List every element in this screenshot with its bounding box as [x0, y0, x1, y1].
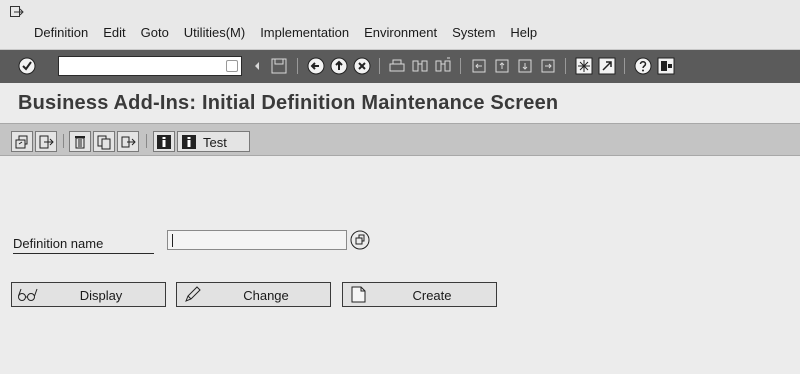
enter-icon[interactable]: [18, 57, 36, 75]
other-object-icon: [15, 135, 28, 149]
toolbar-scroll-icon[interactable]: [252, 57, 262, 75]
menu-implementation[interactable]: Implementation: [260, 25, 349, 40]
toolbar-separator: [63, 134, 64, 148]
standard-toolbar: [0, 50, 800, 83]
next-page-icon[interactable]: [516, 57, 534, 75]
first-page-icon[interactable]: [470, 57, 488, 75]
where-used-icon: [39, 135, 54, 149]
menu-items: Definition Edit Goto Utilities(M) Implem…: [34, 25, 552, 40]
main-content: Definition name Display Change Create: [0, 156, 800, 374]
toolbar-separator: [565, 58, 566, 74]
menu-utilities[interactable]: Utilities(M): [184, 25, 245, 40]
toolbar-separator: [146, 134, 147, 148]
save-icon[interactable]: [270, 57, 288, 75]
menu-bar: Definition Edit Goto Utilities(M) Implem…: [0, 0, 800, 50]
toolbar-separator: [624, 58, 625, 74]
layout-menu-icon[interactable]: [657, 57, 675, 75]
pencil-icon: [185, 286, 201, 302]
system-menu-icon[interactable]: [10, 6, 24, 18]
display-button[interactable]: Display: [11, 282, 166, 307]
where-used-button[interactable]: [35, 131, 57, 152]
display-button-label: Display: [79, 288, 123, 303]
menu-goto[interactable]: Goto: [141, 25, 169, 40]
find-icon[interactable]: [411, 57, 429, 75]
page-title: Business Add-Ins: Initial Definition Mai…: [18, 92, 559, 114]
print-icon[interactable]: [388, 57, 406, 75]
value-help-icon[interactable]: [350, 230, 370, 250]
toolbar-separator: [297, 58, 298, 74]
delete-button[interactable]: [69, 131, 91, 152]
sap-window: Definition Edit Goto Utilities(M) Implem…: [0, 0, 800, 374]
text-cursor: [172, 234, 173, 247]
back-icon[interactable]: [307, 57, 325, 75]
definition-name-input[interactable]: [167, 230, 347, 250]
menu-help[interactable]: Help: [510, 25, 537, 40]
toolbar-separator: [460, 58, 461, 74]
application-toolbar: Test: [0, 123, 800, 156]
menu-system[interactable]: System: [452, 25, 495, 40]
glasses-icon: [18, 288, 38, 301]
rename-button[interactable]: [117, 131, 139, 152]
command-field[interactable]: [58, 56, 242, 76]
delete-icon: [75, 136, 85, 149]
menu-definition[interactable]: Definition: [34, 25, 88, 40]
test-button-label: Test: [203, 135, 227, 150]
documentation-icon: [182, 135, 196, 149]
menu-environment[interactable]: Environment: [364, 25, 437, 40]
last-page-icon[interactable]: [539, 57, 557, 75]
rename-icon: [121, 136, 136, 148]
copy-icon: [97, 135, 111, 150]
test-button[interactable]: Test: [177, 131, 250, 152]
info-button[interactable]: [153, 131, 175, 152]
copy-button[interactable]: [93, 131, 115, 152]
toolbar-separator: [379, 58, 380, 74]
exit-icon[interactable]: [330, 57, 348, 75]
shortcut-icon[interactable]: [598, 57, 616, 75]
change-button-label: Change: [243, 288, 289, 303]
menu-edit[interactable]: Edit: [103, 25, 125, 40]
command-history-icon[interactable]: [226, 60, 238, 72]
cancel-icon[interactable]: [353, 57, 371, 75]
find-next-icon[interactable]: [434, 57, 452, 75]
change-button[interactable]: Change: [176, 282, 331, 307]
definition-name-label: Definition name: [13, 234, 154, 254]
create-session-icon[interactable]: [575, 57, 593, 75]
help-icon[interactable]: [634, 57, 652, 75]
create-button-label: Create: [412, 288, 452, 303]
create-button[interactable]: Create: [342, 282, 497, 307]
prev-page-icon[interactable]: [493, 57, 511, 75]
info-icon: [157, 135, 171, 149]
other-object-button[interactable]: [11, 131, 33, 152]
new-document-icon: [351, 286, 366, 303]
title-bar: Business Add-Ins: Initial Definition Mai…: [0, 83, 800, 123]
